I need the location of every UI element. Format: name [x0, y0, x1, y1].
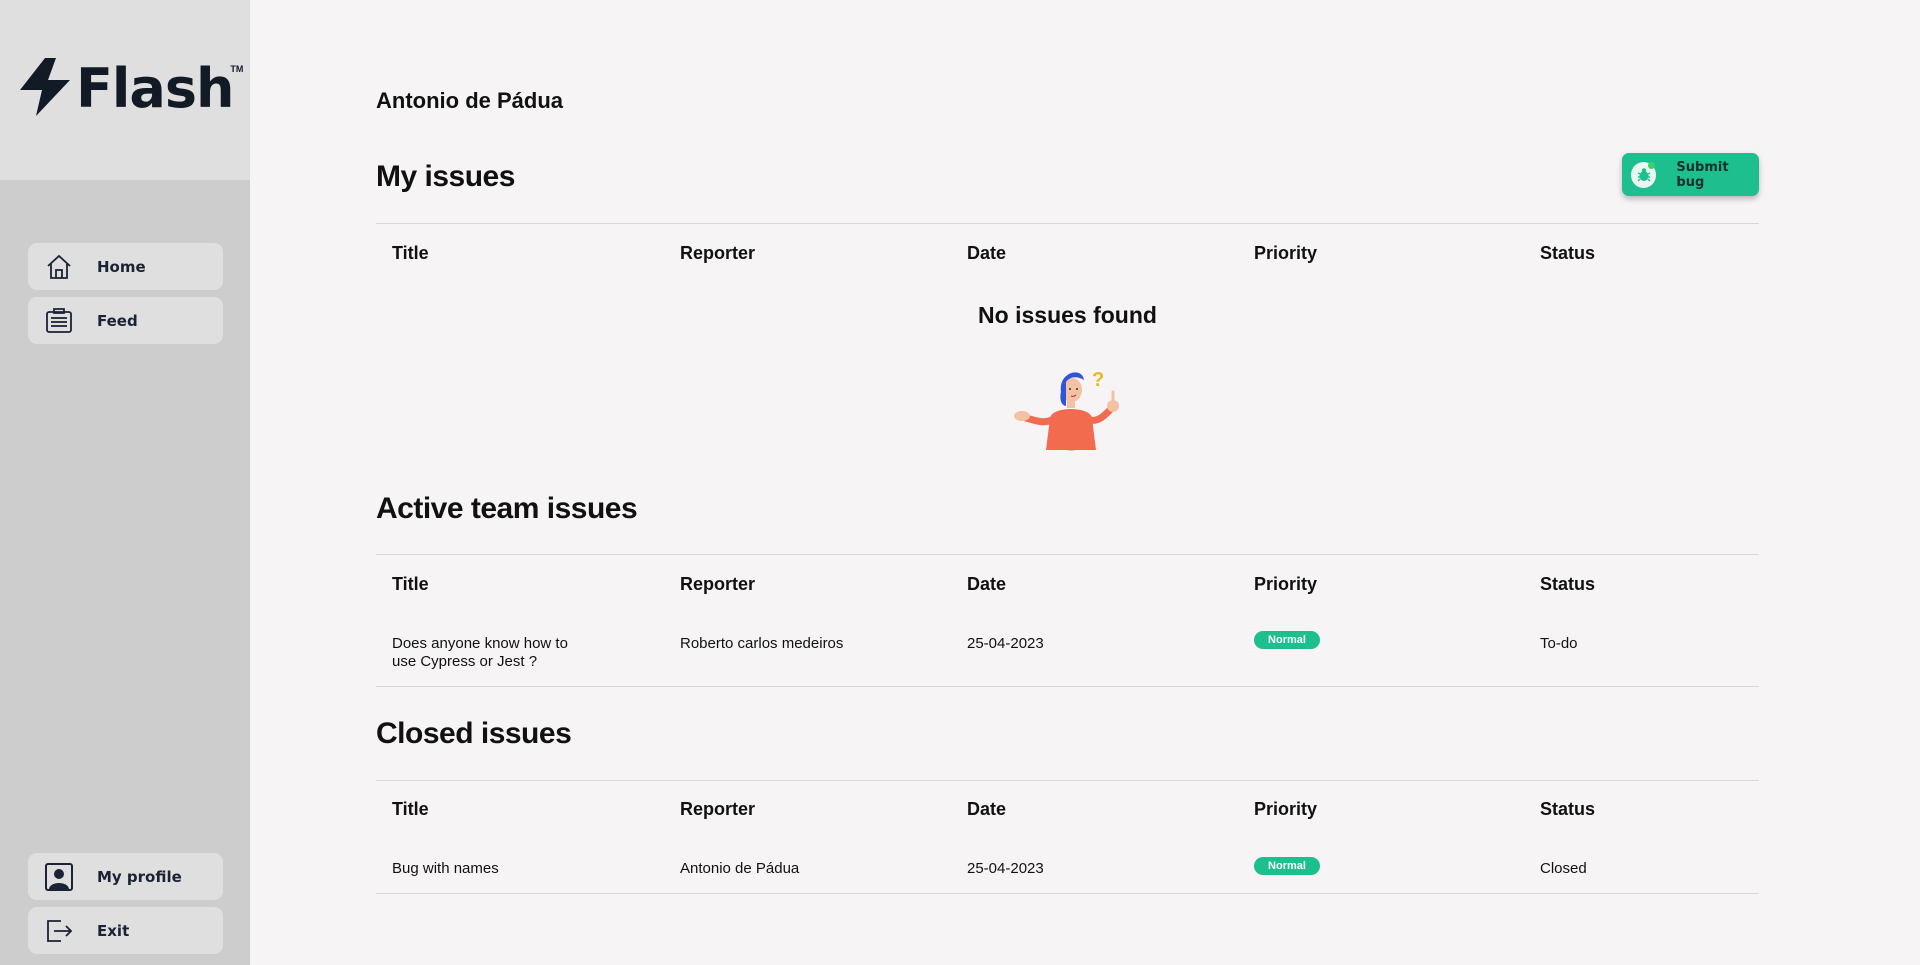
- divider: [376, 554, 1759, 555]
- bug-icon: [1631, 161, 1657, 188]
- column-header-date: Date: [967, 799, 1007, 819]
- column-header-date: Date: [967, 574, 1007, 594]
- lightning-bolt-icon: [20, 58, 70, 116]
- column-header-reporter: Reporter: [680, 243, 756, 263]
- sidebar-item-my-profile[interactable]: My profile: [28, 853, 223, 900]
- column-header-date: Date: [967, 243, 1007, 263]
- active-team-issues-title: Active team issues: [376, 492, 638, 525]
- column-header-title: Title: [392, 243, 429, 263]
- home-icon: [44, 252, 74, 282]
- submit-bug-button[interactable]: Submit bug: [1622, 153, 1759, 196]
- my-issues-table-header: Title Reporter Date Priority Status: [376, 243, 1759, 273]
- column-header-status: Status: [1540, 799, 1596, 819]
- svg-text:?: ?: [1092, 369, 1104, 391]
- logo-area: Flash TM: [0, 0, 250, 180]
- profile-icon: [44, 862, 74, 892]
- sidebar-item-label: Home: [97, 257, 146, 276]
- submit-bug-label: Submit bug: [1676, 159, 1729, 190]
- empty-state-message: No issues found: [978, 302, 1157, 328]
- column-header-reporter: Reporter: [680, 799, 756, 819]
- issue-title[interactable]: Bug with names: [392, 860, 499, 878]
- issue-date: 25-04-2023: [967, 635, 1044, 652]
- column-header-status: Status: [1540, 574, 1596, 594]
- feed-icon: [44, 306, 74, 336]
- issue-date: 25-04-2023: [967, 860, 1044, 877]
- column-header-title: Title: [392, 799, 429, 819]
- sidebar-item-label: Exit: [97, 921, 130, 940]
- column-header-priority: Priority: [1254, 574, 1318, 594]
- sidebar-item-feed[interactable]: Feed: [28, 297, 223, 344]
- issue-status: Closed: [1540, 860, 1587, 877]
- sidebar: Flash TM Home Feed My profile Exit: [0, 0, 250, 965]
- table-row[interactable]: Bug with names Antonio de Pádua 25-04-20…: [376, 857, 1759, 894]
- sidebar-item-home[interactable]: Home: [28, 243, 223, 290]
- my-issues-title: My issues: [376, 160, 515, 193]
- sidebar-item-exit[interactable]: Exit: [28, 907, 223, 954]
- column-header-reporter: Reporter: [680, 574, 756, 594]
- closed-issues-table-header: Title Reporter Date Priority Status: [376, 799, 1759, 829]
- sidebar-item-label: My profile: [97, 867, 182, 886]
- divider: [376, 893, 1759, 894]
- divider: [376, 780, 1759, 781]
- issue-reporter: Roberto carlos medeiros: [680, 635, 844, 652]
- priority-badge: Normal: [1254, 857, 1320, 875]
- closed-issues-title: Closed issues: [376, 717, 572, 750]
- divider: [376, 223, 1759, 224]
- table-row[interactable]: Does anyone know how to use Cypress or J…: [376, 631, 1759, 686]
- column-header-priority: Priority: [1254, 799, 1318, 819]
- confused-person-illustration: ?: [1014, 369, 1119, 451]
- brand-name: Flash: [76, 57, 234, 120]
- priority-badge: Normal: [1254, 631, 1320, 649]
- divider: [376, 686, 1759, 687]
- active-team-issues-table-header: Title Reporter Date Priority Status: [376, 574, 1759, 604]
- column-header-status: Status: [1540, 243, 1596, 263]
- column-header-title: Title: [392, 574, 429, 594]
- sidebar-item-label: Feed: [97, 311, 138, 330]
- issue-status: To-do: [1540, 635, 1578, 652]
- notification-dot: [1648, 161, 1656, 169]
- trademark-mark: TM: [230, 64, 244, 74]
- exit-icon: [44, 916, 74, 946]
- user-name: Antonio de Pádua: [376, 88, 563, 113]
- column-header-priority: Priority: [1254, 243, 1318, 263]
- flash-logo[interactable]: Flash TM: [20, 57, 243, 120]
- issue-title[interactable]: Does anyone know how to use Cypress or J…: [392, 635, 592, 671]
- issue-reporter: Antonio de Pádua: [680, 860, 800, 877]
